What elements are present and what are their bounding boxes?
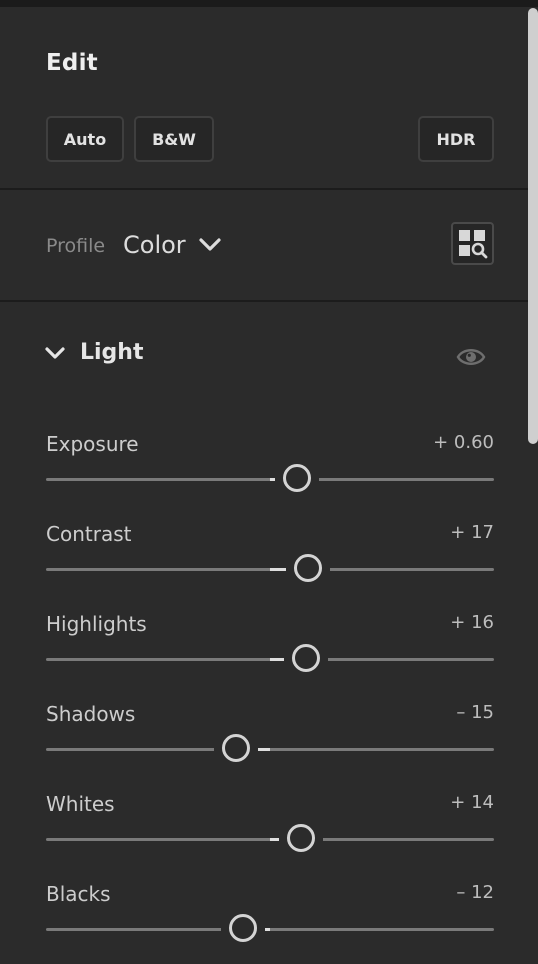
slider-highlights: Highlights + 16 — [46, 612, 494, 682]
slider-label: Contrast — [46, 522, 132, 546]
slider-exposure: Exposure + 0.60 — [46, 432, 494, 502]
divider — [0, 188, 528, 190]
section-title: Light — [80, 340, 144, 365]
slider-thumb[interactable] — [229, 914, 258, 942]
chevron-down-icon — [45, 346, 65, 359]
slider-track[interactable] — [46, 928, 494, 931]
divider — [0, 300, 528, 302]
slider-label: Whites — [46, 792, 115, 816]
slider-label: Blacks — [46, 882, 111, 906]
profile-value: Color — [123, 231, 186, 259]
top-border — [0, 0, 538, 7]
slider-thumb[interactable] — [287, 824, 316, 852]
bw-button[interactable]: B&W — [134, 116, 214, 162]
hdr-button[interactable]: HDR — [418, 116, 494, 162]
eye-icon[interactable] — [456, 345, 486, 369]
profile-browser-icon — [459, 230, 488, 259]
slider-value[interactable]: – 15 — [456, 702, 494, 723]
scrollbar-thumb[interactable] — [528, 8, 538, 444]
slider-label: Highlights — [46, 612, 147, 636]
slider-label: Exposure — [46, 432, 139, 456]
slider-shadows: Shadows – 15 — [46, 702, 494, 772]
slider-whites: Whites + 14 — [46, 792, 494, 862]
slider-value[interactable]: – 12 — [456, 882, 494, 903]
profile-dropdown[interactable]: Color — [123, 231, 222, 259]
profile-label: Profile — [46, 235, 106, 257]
slider-value[interactable]: + 0.60 — [433, 432, 494, 453]
light-section-header[interactable]: Light — [44, 340, 144, 365]
slider-value[interactable]: + 17 — [450, 522, 494, 543]
profile-browser-button[interactable] — [451, 222, 494, 265]
slider-label: Shadows — [46, 702, 136, 726]
slider-contrast: Contrast + 17 — [46, 522, 494, 592]
slider-thumb[interactable] — [294, 554, 323, 582]
slider-blacks: Blacks – 12 — [46, 882, 494, 952]
auto-button[interactable]: Auto — [46, 116, 124, 162]
slider-value[interactable]: + 14 — [450, 792, 494, 813]
slider-track[interactable] — [46, 748, 494, 751]
slider-thumb[interactable] — [291, 644, 320, 672]
slider-thumb[interactable] — [222, 734, 251, 762]
panel-title: Edit — [46, 50, 98, 76]
slider-thumb[interactable] — [282, 464, 311, 492]
chevron-down-icon — [199, 238, 221, 251]
slider-value[interactable]: + 16 — [450, 612, 494, 633]
